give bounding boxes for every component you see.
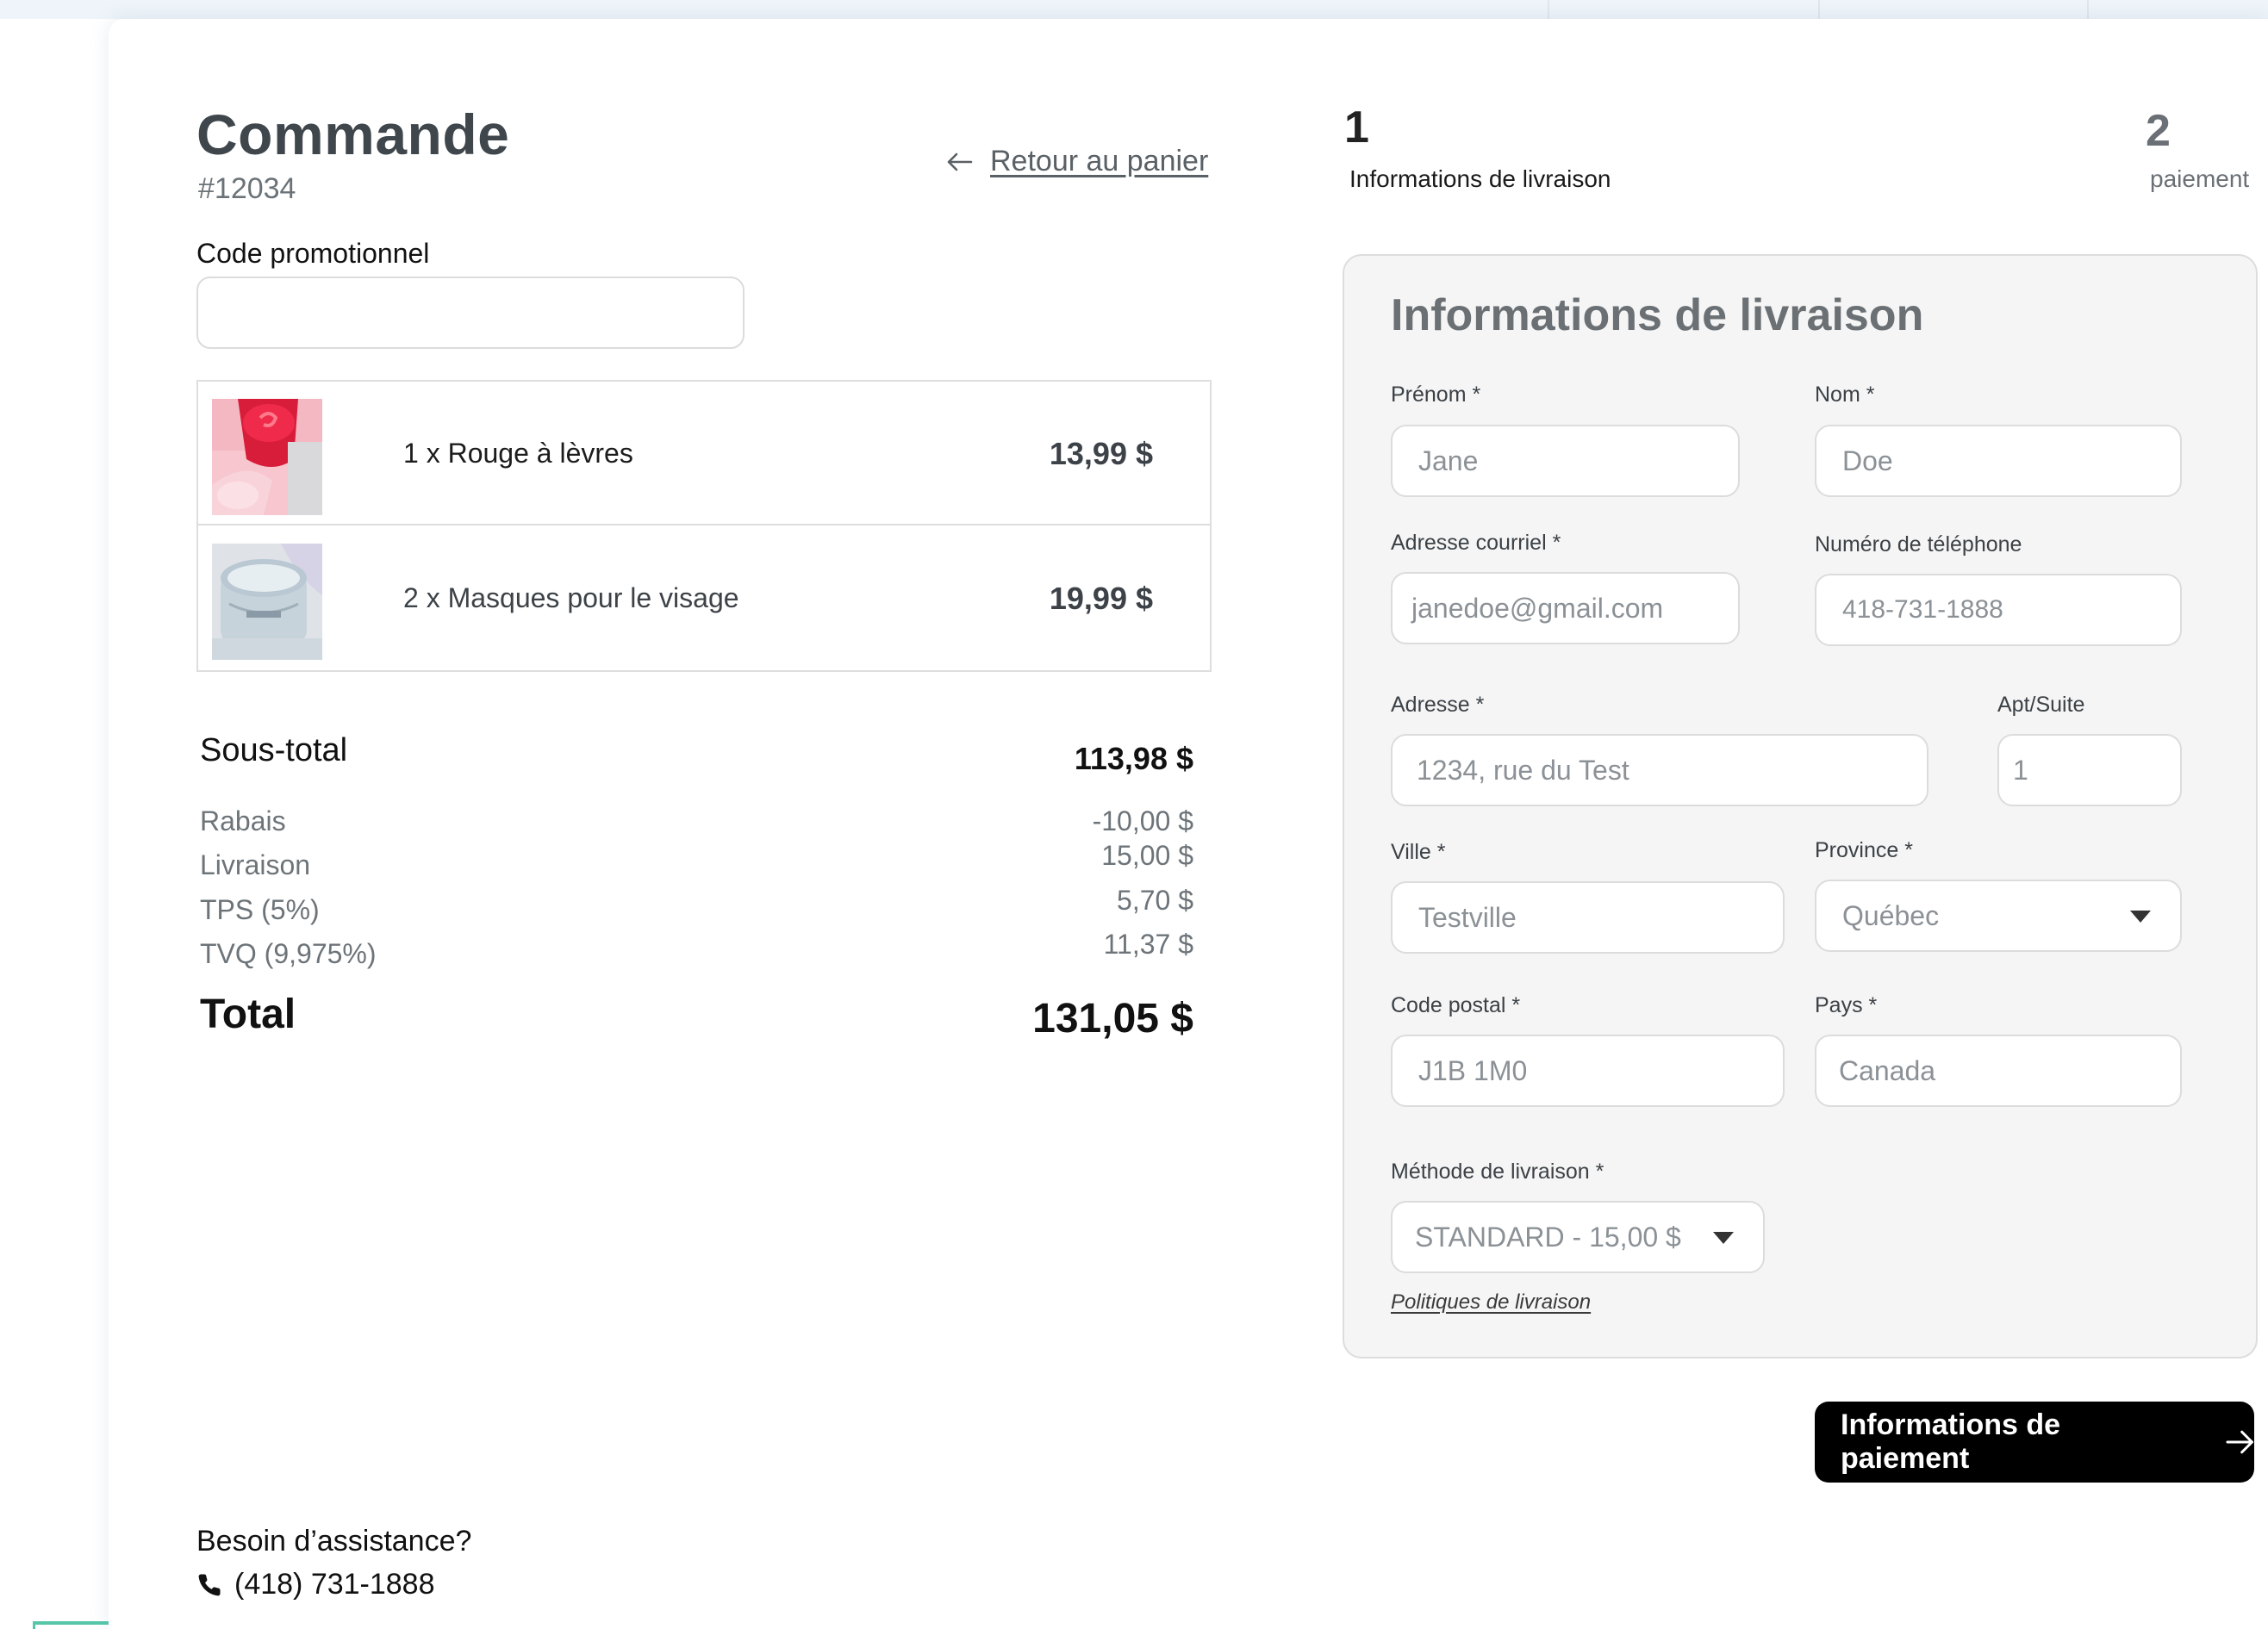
shipping-value: 15,00 $ (1101, 840, 1193, 871)
step-1-number: 1 (1344, 103, 1369, 152)
order-number: #12034 (198, 172, 296, 205)
qst-value: 11,37 $ (1103, 929, 1193, 960)
postal-code-value: J1B 1M0 (1418, 1054, 1528, 1086)
first-name-value: Jane (1418, 445, 1479, 476)
qst-label: TVQ (9,975%) (200, 938, 377, 969)
promo-code-label: Code promotionnel (196, 238, 430, 269)
last-name-field[interactable]: Doe (1815, 425, 2182, 497)
postal-code-field[interactable]: J1B 1M0 (1391, 1035, 1785, 1107)
support-phone-number: (418) 731-1888 (234, 1568, 435, 1601)
continue-to-payment-label: Informations de paiement (1841, 1408, 2061, 1475)
total-value: 131,05 $ (1032, 996, 1193, 1041)
cart-items-list: 1 x Rouge à lèvres 13,99 $ 2 x Masques p… (196, 380, 1212, 672)
address-value: 1234, rue du Test (1417, 754, 1629, 786)
back-to-cart-link[interactable]: Retour au panier (945, 145, 1208, 178)
chevron-down-icon (2130, 911, 2151, 923)
first-name-label: Prénom * (1391, 382, 1481, 407)
support-phone[interactable]: (418) 731-1888 (196, 1568, 435, 1601)
phone-icon (198, 1573, 221, 1595)
background-divider (1818, 0, 1820, 19)
list-item: 2 x Masques pour le visage 19,99 $ (198, 526, 1210, 670)
city-label: Ville * (1391, 840, 1446, 864)
lipstick-photo (212, 399, 322, 515)
subtotal-label: Sous-total (200, 732, 348, 768)
phone-label: Numéro de téléphone (1815, 532, 2022, 556)
email-field[interactable]: janedoe@gmail.com (1391, 572, 1740, 644)
city-field[interactable]: Testville (1391, 881, 1785, 954)
item-price: 13,99 $ (1049, 435, 1153, 471)
step-2-number: 2 (2146, 106, 2171, 156)
address-field[interactable]: 1234, rue du Test (1391, 734, 1928, 806)
shipping-method-value: STANDARD - 15,00 $ (1415, 1221, 1681, 1253)
country-value: Canada (1839, 1054, 1936, 1086)
email-label: Adresse courriel * (1391, 531, 1561, 555)
last-name-value: Doe (1842, 445, 1893, 476)
shipping-label: Livraison (200, 849, 311, 880)
background-divider (1548, 0, 1549, 19)
step-2-label: paiement (2150, 165, 2250, 192)
shipping-policy-link[interactable]: Politiques de livraison (1391, 1290, 1591, 1315)
email-value: janedoe@gmail.com (1411, 592, 1664, 624)
address-label: Adresse * (1391, 693, 1485, 717)
list-item: 1 x Rouge à lèvres 13,99 $ (198, 382, 1210, 525)
continue-to-payment-button[interactable]: Informations de paiement (1815, 1402, 2254, 1483)
province-label: Province * (1815, 838, 1913, 862)
province-value: Québec (1842, 899, 1940, 931)
country-field[interactable]: Canada (1815, 1035, 2182, 1107)
shipping-method-label: Méthode de livraison * (1391, 1160, 1604, 1184)
background-top-bar (0, 0, 2268, 19)
country-label: Pays * (1815, 993, 1878, 1017)
step-1-label: Informations de livraison (1349, 165, 1611, 192)
gst-label: TPS (5%) (200, 894, 320, 925)
shipping-form-panel (1343, 254, 2258, 1359)
first-name-field[interactable]: Jane (1391, 425, 1740, 497)
shipping-method-select[interactable]: STANDARD - 15,00 $ (1391, 1201, 1765, 1273)
item-price: 19,99 $ (1049, 580, 1153, 616)
item-name: 2 x Masques pour le visage (403, 582, 739, 613)
page-title: Commande (196, 103, 510, 166)
promo-code-input[interactable] (196, 277, 745, 349)
apt-label: Apt/Suite (1997, 693, 2085, 717)
last-name-label: Nom * (1815, 382, 1875, 407)
province-select[interactable]: Québec (1815, 880, 2182, 952)
discount-label: Rabais (200, 805, 286, 836)
back-to-cart-label: Retour au panier (990, 145, 1209, 177)
support-title: Besoin d’assistance? (196, 1525, 472, 1557)
item-name: 1 x Rouge à lèvres (403, 438, 633, 469)
discount-value: -10,00 $ (1092, 805, 1193, 836)
background-accent (33, 1621, 110, 1625)
background-accent (33, 1621, 35, 1629)
shipping-form-title: Informations de livraison (1391, 290, 1924, 340)
apt-value: 1 (2013, 754, 2028, 786)
apt-field[interactable]: 1 (1997, 734, 2182, 806)
arrow-right-icon (2226, 1430, 2253, 1454)
postal-code-label: Code postal * (1391, 993, 1521, 1017)
chevron-down-icon (1713, 1232, 1734, 1244)
phone-value: 418-731-1888 (1842, 595, 2003, 624)
face-mask-jar-photo (212, 544, 322, 660)
gst-value: 5,70 $ (1117, 885, 1193, 916)
subtotal-value: 113,98 $ (1074, 741, 1193, 776)
background-divider (2087, 0, 2089, 19)
phone-field[interactable]: 418-731-1888 (1815, 574, 2182, 646)
city-value: Testville (1418, 901, 1517, 933)
arrow-left-icon (947, 152, 973, 171)
total-label: Total (200, 992, 296, 1037)
